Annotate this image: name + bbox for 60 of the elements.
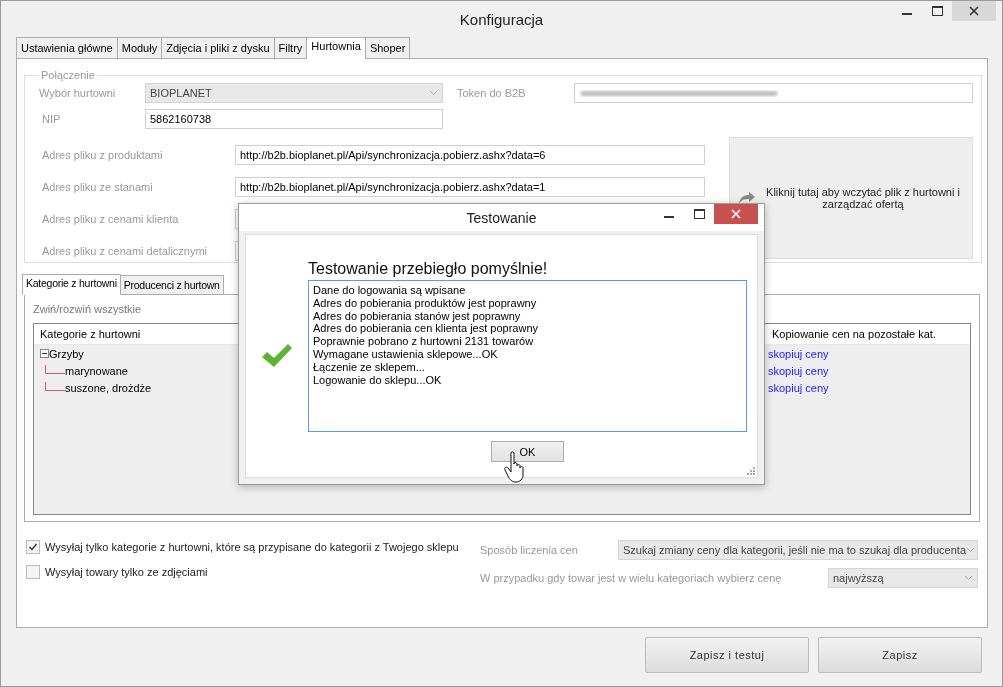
copy-prices-link[interactable]: skopiuj ceny xyxy=(766,347,946,360)
field-label: Adres pliku z cenami detalicznymi xyxy=(42,245,209,257)
checkmark-icon xyxy=(261,343,293,369)
dialog-title: Testowanie xyxy=(466,209,537,226)
chevron-down-icon xyxy=(429,90,438,96)
tree-item[interactable]: marynowane xyxy=(65,364,128,377)
price-method-dropdown[interactable]: Szukaj zmiany ceny dla kategorii, jeśli nie ma to szukaj dla producenta xyxy=(618,540,978,560)
column-header: Kategorie z hurtowni xyxy=(39,328,141,340)
tree-item[interactable]: suszone, drożdże xyxy=(65,381,152,394)
address-field[interactable]: http://b2b.bioplanet.pl/Api/synchronizacja.pobierz.ashx?data=6 xyxy=(235,145,705,165)
field-label: Adres pliku ze stanami xyxy=(42,181,154,193)
window-title: Konfiguracja xyxy=(459,10,544,28)
token-field[interactable] xyxy=(574,83,973,103)
log-line: Adres do pobierania stanów jest poprawny xyxy=(313,309,522,323)
field-label: Wybór hurtowni xyxy=(39,87,117,99)
wholesaler-dropdown[interactable]: BIOPLANET xyxy=(145,83,443,103)
price-choice-dropdown[interactable]: najwyższą xyxy=(828,568,978,588)
log-line: Adres do pobierania produktów jest poprawny xyxy=(313,296,538,310)
tab[interactable]: Kategorie z hurtowni xyxy=(22,274,121,295)
save-button[interactable]: Zapisz i testuj xyxy=(645,637,809,673)
checkbox-label: Wysyłaj towary tylko ze zdjęciami xyxy=(45,566,208,578)
tab[interactable]: Producenci z hurtown xyxy=(119,275,224,294)
tab[interactable]: Ustawienia główne xyxy=(16,37,118,58)
load-file-text: Kliknij tutaj aby wczytać plik z hurtowni i zarządzać ofertą xyxy=(765,186,961,210)
field-label: NIP xyxy=(41,113,62,125)
copy-prices-link[interactable]: skopiuj ceny xyxy=(766,364,946,377)
field-label: Adres pliku z cenami klienta xyxy=(42,213,180,225)
checkbox-label: Wysyłaj tylko kategorie z hurtowni, które są przypisane do kategorii z Twojego sklepu xyxy=(45,541,459,553)
curved-arrow-icon xyxy=(738,191,756,205)
field-label: Sposób liczenia cen xyxy=(480,544,579,556)
tree-line xyxy=(45,381,65,391)
log-line: Dane do logowania są wpisane xyxy=(313,284,467,297)
tab[interactable]: Hurtownia xyxy=(306,37,366,59)
log-line: Wymagane ustawienia sklepowe...OK xyxy=(313,348,499,361)
field-label: Adres pliku z produktami xyxy=(42,149,164,161)
checkbox[interactable] xyxy=(26,540,40,554)
resize-grip-icon[interactable] xyxy=(747,467,755,475)
chevron-down-icon xyxy=(966,547,975,553)
tree-line xyxy=(45,364,65,374)
log-textbox[interactable] xyxy=(308,280,747,432)
checkbox[interactable] xyxy=(26,565,40,579)
log-line: Łączenie ze sklepem... xyxy=(313,360,426,374)
tab[interactable]: Shoper xyxy=(364,37,411,58)
chevron-down-icon xyxy=(964,575,973,581)
column-header: Kopiowanie cen na pozostałe kat. xyxy=(771,328,936,340)
save-button[interactable]: Zapisz xyxy=(818,637,982,673)
group-title: Połączenie xyxy=(40,69,96,81)
collapse-icon[interactable] xyxy=(40,349,49,358)
field-label: W przypadku gdy towar jest w wielu kategoriach wybierz cenę xyxy=(480,572,783,584)
load-file-panel[interactable]: Kliknij tutaj aby wczytać plik z hurtowni i zarządzać ofertą xyxy=(729,137,973,259)
log-line: Logowanie do sklepu...OK xyxy=(313,373,443,387)
ok-button[interactable]: OK xyxy=(491,441,564,462)
log-line: Poprawnie pobrano z hurtowni 2131 towarów xyxy=(313,335,535,348)
field-label: Token do B2B xyxy=(457,87,527,99)
address-field[interactable]: http://b2b.bioplanet.pl/Api/synchronizacja.pobierz.ashx?data=1 xyxy=(235,177,705,197)
copy-prices-link[interactable]: skopiuj ceny xyxy=(766,381,946,394)
nip-field[interactable]: 5862160738 xyxy=(145,109,443,129)
tree-item[interactable]: Grzyby xyxy=(49,347,84,360)
log-line: Adres do pobierania cen klienta jest poprawny xyxy=(313,322,540,336)
dialog-heading: Testowanie przebiegło pomyślnie! xyxy=(308,260,549,278)
